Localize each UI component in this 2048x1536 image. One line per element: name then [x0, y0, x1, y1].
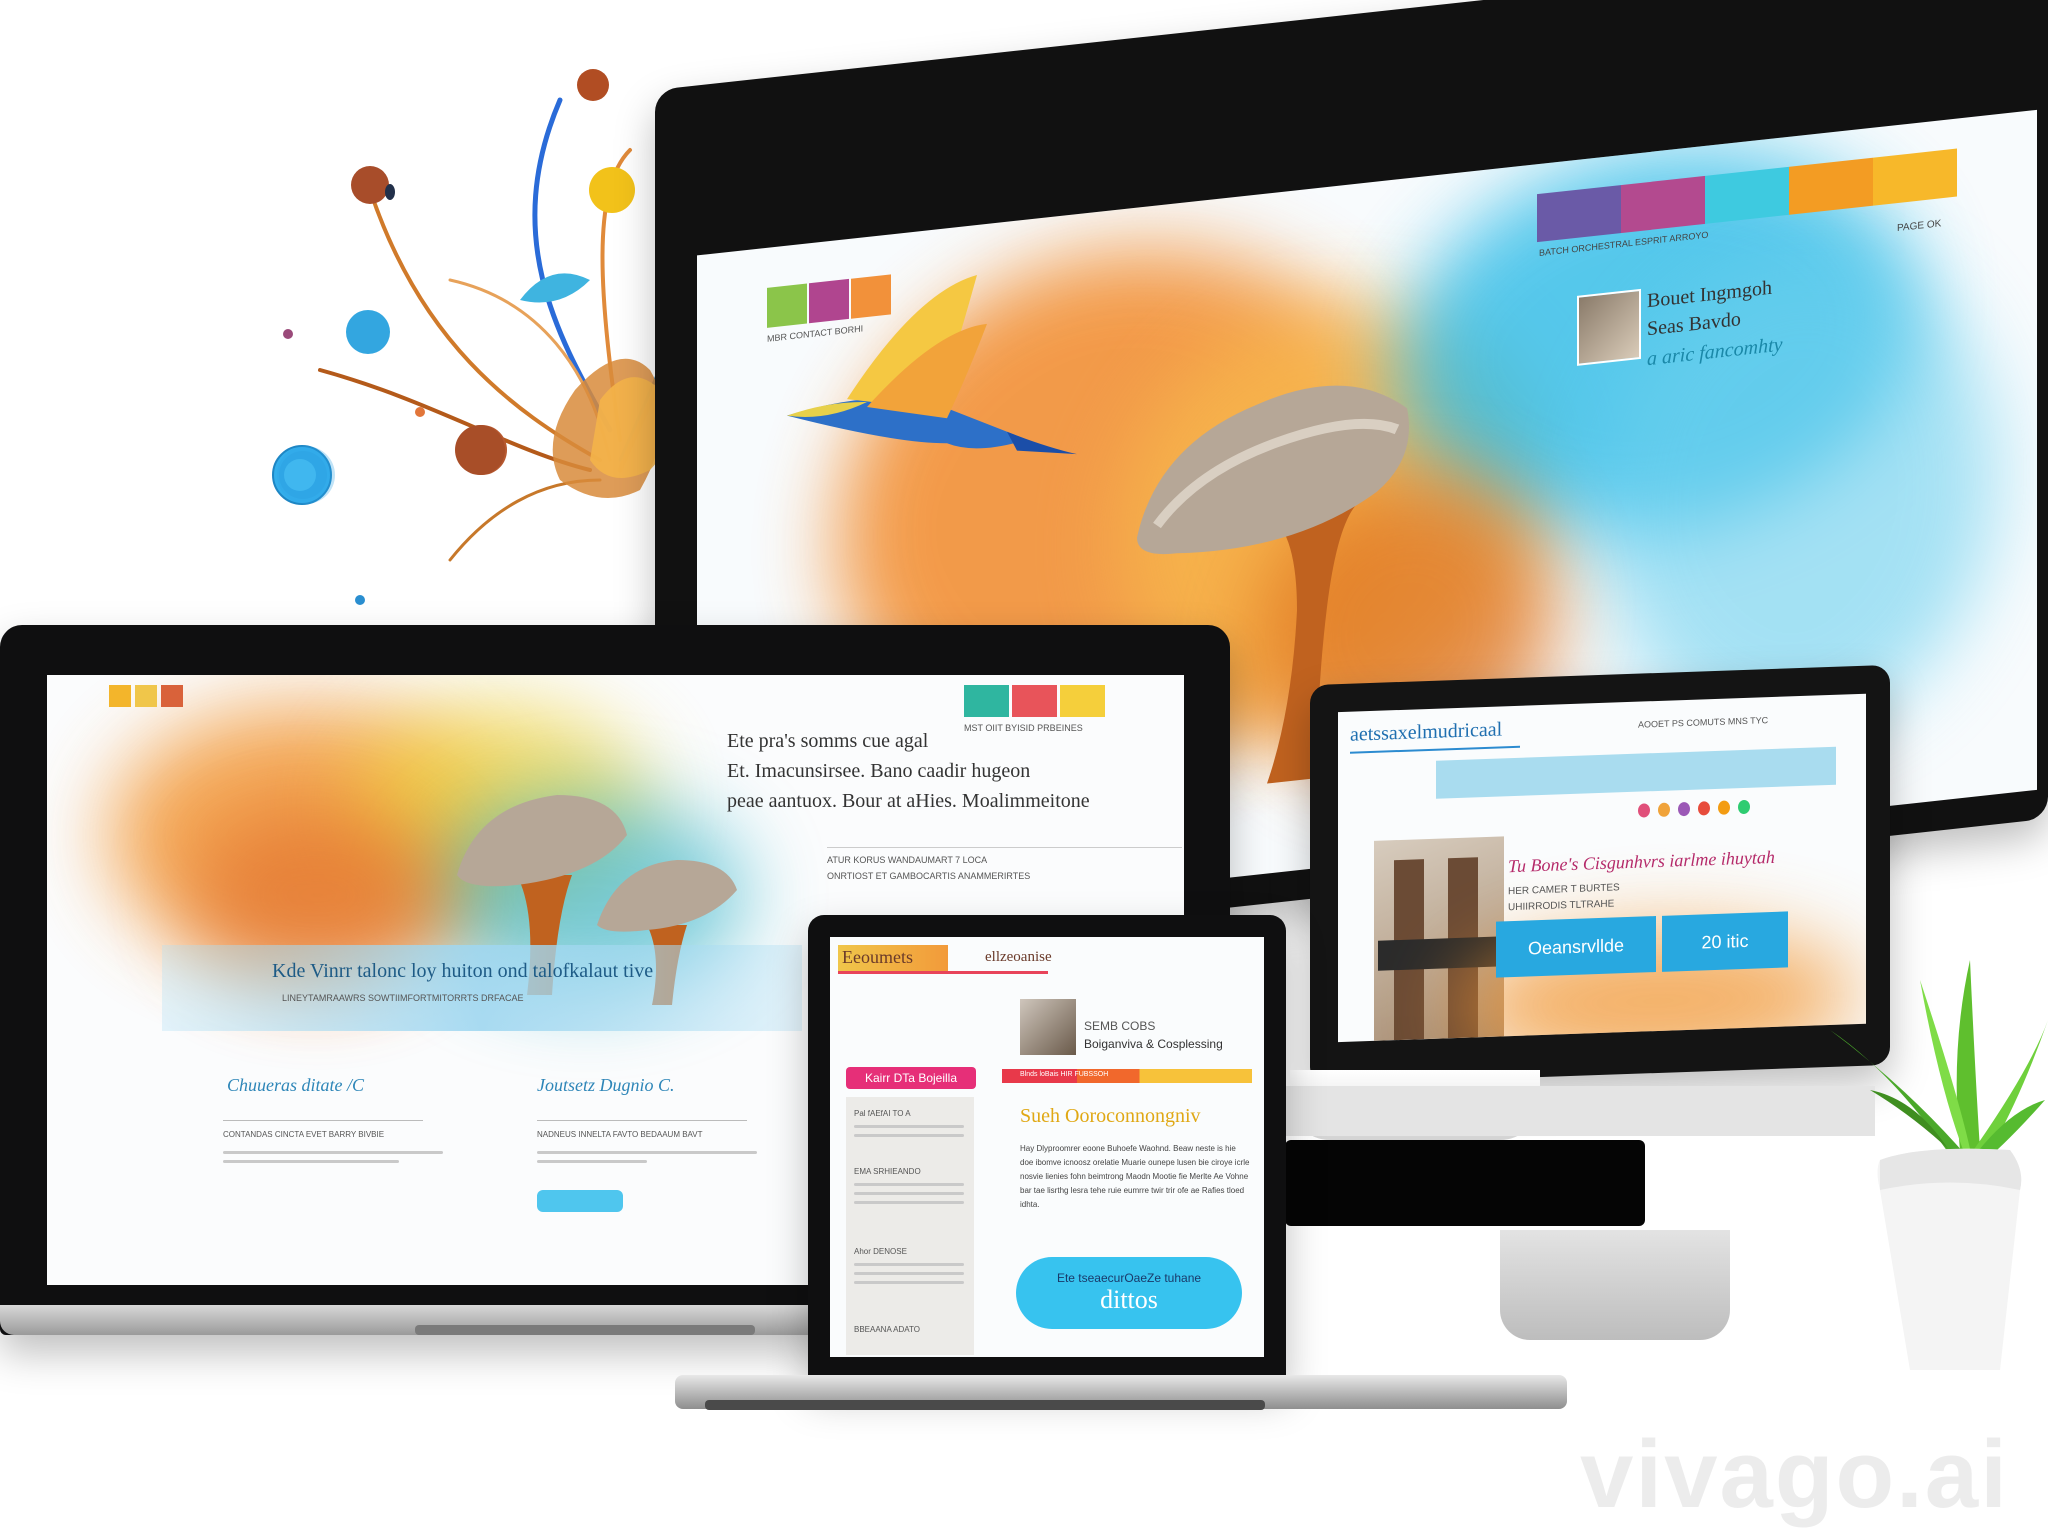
- tag-pink[interactable]: Kairr DTa Bojeilla: [846, 1067, 976, 1089]
- side-item[interactable]: BBEAANA ADATO: [854, 1325, 920, 1334]
- hero-line-1: Ete pra's somms cue agal: [727, 730, 929, 752]
- primary-button[interactable]: Oeansrvllde: [1496, 916, 1656, 978]
- plant-illustration: [1830, 960, 2048, 1370]
- banner-subtitle: LINEYTAMRAAWRS SOWTIIMFORTMITORRTS DRFAC…: [282, 993, 524, 1003]
- card-avatar: [1020, 999, 1076, 1055]
- profile-avatar: [1577, 288, 1641, 366]
- cta-small-label: Ete tseaecurOaeZe tuhane: [1056, 1271, 1202, 1285]
- subline-2: UHIIRRODIS TLTRAHE: [1508, 898, 1615, 914]
- small-monitor-screen: aetssaxelmudricaal AOOET PS COMUTS MNS T…: [1338, 693, 1866, 1043]
- tablet-cta-button[interactable]: Ete tseaecurOaeZe tuhane dittos: [1016, 1257, 1242, 1329]
- subline-1: HER CAMER T BURTES: [1508, 882, 1620, 898]
- color-swatch: [135, 685, 157, 707]
- side-item[interactable]: Pal fAEfAI TO A: [854, 1109, 911, 1118]
- banner: [162, 945, 802, 1031]
- bird-illustration: [787, 275, 1077, 455]
- meta-line-2: ONRTIOST ET GAMBOCARTIS ANAMMERIRTES: [827, 871, 1031, 881]
- column-1-text: CONTANDAS CINCTA EVET BARRY BIVBIE: [223, 1130, 385, 1139]
- tablet-logo-right[interactable]: ellzeoanise: [985, 949, 1052, 966]
- color-swatch: [1060, 685, 1105, 717]
- column-2-button[interactable]: [537, 1190, 623, 1212]
- side-list: Pal fAEfAI TO A EMA SRHIEANDO Ahor DENOS…: [846, 1097, 974, 1355]
- strip-caption: MST OIIT BYISID PRBEINES: [964, 723, 1083, 733]
- site-logo[interactable]: aetssaxelmudricaal: [1350, 718, 1502, 746]
- card-subtitle: Boiganviva & Cosplessing: [1084, 1037, 1223, 1051]
- hero-line-2: Et. Imacunsirsee. Bano caadir hugeon: [727, 760, 1031, 782]
- color-swatch: [109, 685, 131, 707]
- color-swatch: [964, 685, 1009, 717]
- tablet-logo[interactable]: Eeoumets: [842, 947, 913, 968]
- nav-sub[interactable]: PAGE OK: [1897, 218, 1941, 234]
- nav-links[interactable]: AOOET PS COMUTS MNS TYC: [1638, 715, 1768, 730]
- color-swatch: [1012, 685, 1057, 717]
- watermark: vivago.ai: [1580, 1421, 2009, 1528]
- side-item[interactable]: Ahor DENOSE: [854, 1247, 907, 1256]
- banner-title: Kde Vinrr talonc loy huiton ond talofkal…: [272, 960, 654, 982]
- tag-strip-label: Blnds loBais HIR FUBSSOH: [1020, 1071, 1109, 1078]
- cta-big-label: dittos: [1100, 1285, 1158, 1314]
- side-item[interactable]: EMA SRHIEANDO: [854, 1167, 921, 1176]
- headline: Tu Bone's Cisgunhvrs iarlme ihuytah: [1508, 846, 1775, 877]
- dots-row: [1638, 794, 1858, 820]
- column-2-text: NADNEUS INNELTA FAVTO BEDAAUM BAVT: [537, 1130, 703, 1139]
- tablet-body: Hay Dlyproomrer eoone Buhoefe Waohnd. Be…: [1020, 1144, 1250, 1209]
- column-2-title[interactable]: Joutsetz Dugnio C.: [537, 1075, 675, 1096]
- hero-line-3: peae aantuox. Bour at aHies. Moalimmeito…: [727, 790, 1090, 812]
- meta-line-1: ATUR KORUS WANDAUMART 7 LOCA: [827, 855, 988, 865]
- tablet: Eeoumets ellzeoanise SEMB COBS Boiganviv…: [808, 915, 1286, 1380]
- tablet-headline: Sueh Ooroconnongniv: [1020, 1105, 1201, 1127]
- tablet-screen: Eeoumets ellzeoanise SEMB COBS Boiganviv…: [830, 937, 1264, 1357]
- column-1-title[interactable]: Chuueras ditate /C: [227, 1075, 364, 1096]
- color-swatch: [161, 685, 183, 707]
- card-title: SEMB COBS: [1084, 1019, 1156, 1033]
- secondary-button[interactable]: 20 itic: [1662, 911, 1788, 972]
- search-bar[interactable]: [1436, 746, 1836, 799]
